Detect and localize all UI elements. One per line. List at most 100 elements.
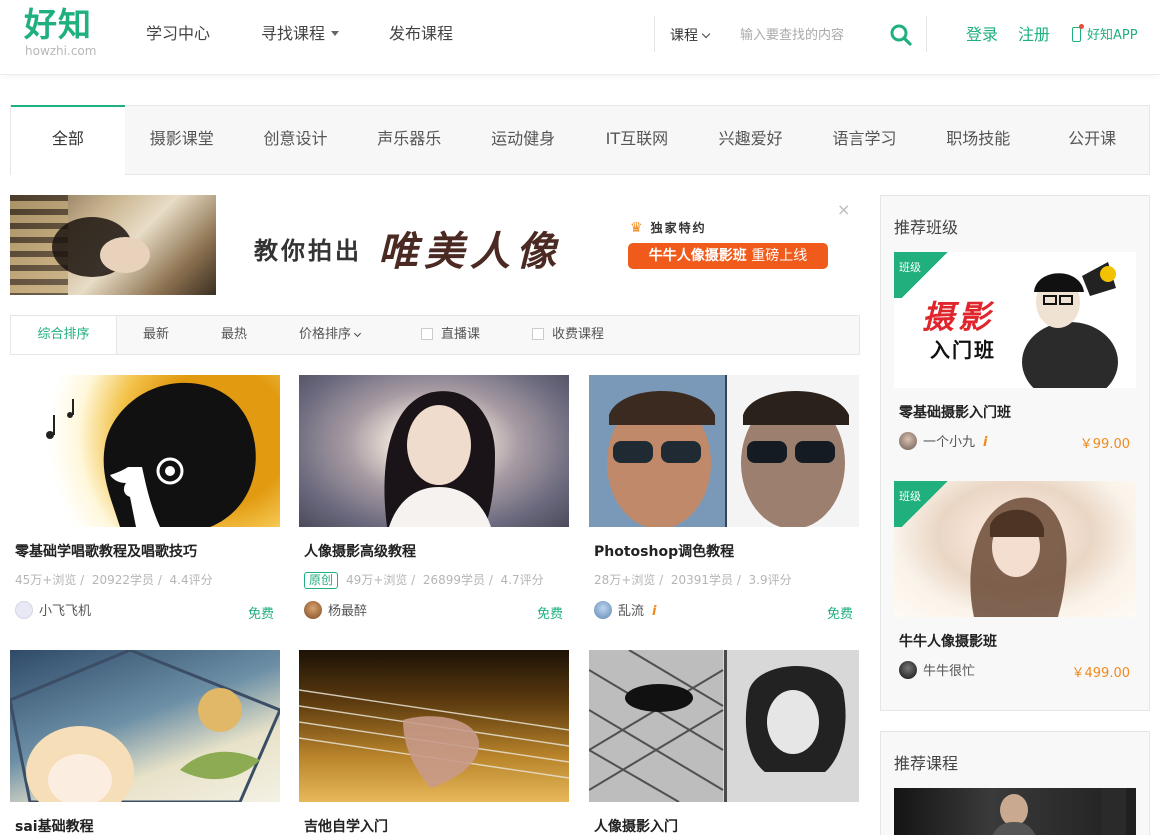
- course-title[interactable]: 吉他自学入门: [304, 816, 388, 835]
- live-checkbox[interactable]: [421, 328, 433, 340]
- divider: [926, 16, 927, 52]
- avatar: [899, 432, 917, 450]
- tab-music[interactable]: 声乐器乐: [352, 106, 466, 174]
- search-input[interactable]: [740, 22, 872, 48]
- app-download-link[interactable]: 好知APP: [1072, 24, 1138, 45]
- promo-banner[interactable]: 教你拍出 唯美人像 ♛ 独家特约 牛牛人像摄影班 重磅上线 ×: [10, 195, 860, 295]
- recommended-classes-panel: 推荐班级 摄影 入门班 班级 零基础摄影入门班 一个小九 i ￥99.00 班级…: [880, 195, 1150, 711]
- filter-live[interactable]: 直播课: [421, 316, 480, 354]
- register-link[interactable]: 注册: [1018, 25, 1050, 45]
- nav-find-courses-label: 寻找课程: [261, 24, 326, 43]
- class-name[interactable]: 牛牛人像摄影班: [899, 631, 997, 651]
- course-card[interactable]: Photoshop调色教程 28万+浏览 / 20391学员 / 3.9评分 乱…: [589, 375, 859, 625]
- tab-creative-design[interactable]: 创意设计: [239, 106, 353, 174]
- course-card[interactable]: sai基础教程: [10, 650, 280, 835]
- tab-all[interactable]: 全部: [11, 105, 125, 175]
- banner-cta-rest: 重磅上线: [751, 248, 808, 264]
- course-price: 免费: [826, 607, 853, 622]
- sort-filter-bar: 综合排序 最新 最热 价格排序 直播课 收费课程: [10, 315, 860, 355]
- course-thumbnail[interactable]: [589, 650, 859, 802]
- course-rating: 4.7评分: [500, 573, 544, 587]
- course-author[interactable]: 乱流 i: [594, 601, 656, 621]
- app-label: 好知APP: [1087, 28, 1138, 43]
- course-title[interactable]: 人像摄影高级教程: [304, 541, 416, 561]
- tab-fitness[interactable]: 运动健身: [466, 106, 580, 174]
- sort-newest[interactable]: 最新: [143, 316, 169, 354]
- course-thumbnail[interactable]: [299, 650, 569, 802]
- nav-publish-course[interactable]: 发布课程: [389, 24, 453, 44]
- filter-paid-label: 收费课程: [552, 327, 605, 342]
- author-name: 一个小九: [923, 435, 976, 450]
- course-thumbnail[interactable]: [10, 375, 280, 527]
- course-thumbnail[interactable]: [589, 375, 859, 527]
- course-students: 20922学员: [91, 573, 155, 587]
- caret-down-icon: [331, 31, 340, 36]
- tab-it-internet[interactable]: IT互联网: [580, 106, 694, 174]
- tab-hobbies[interactable]: 兴趣爱好: [694, 106, 808, 174]
- site-logo[interactable]: 好知 howzhi.com: [24, 6, 114, 62]
- recommended-course-card[interactable]: [894, 788, 1136, 835]
- search-type-select[interactable]: 课程: [670, 27, 711, 45]
- nav-learning-center[interactable]: 学习中心: [146, 24, 210, 44]
- course-card[interactable]: 零基础学唱歌教程及唱歌技巧 45万+浏览 / 20922学员 / 4.4评分 小…: [10, 375, 280, 625]
- course-title[interactable]: 零基础学唱歌教程及唱歌技巧: [15, 541, 197, 561]
- course-thumbnail[interactable]: [10, 650, 280, 802]
- recommended-courses-panel: 推荐课程: [880, 731, 1150, 835]
- course-students: 26899学员: [422, 573, 486, 587]
- course-author[interactable]: 杨最醉: [304, 601, 367, 621]
- banner-cta[interactable]: 牛牛人像摄影班 重磅上线: [628, 243, 828, 269]
- sort-hottest[interactable]: 最热: [221, 316, 247, 354]
- recommended-courses-title: 推荐课程: [894, 754, 959, 773]
- avatar: [594, 601, 612, 619]
- banner-exclusive-text: 独家特约: [650, 221, 707, 235]
- course-card[interactable]: 人像摄影高级教程 原创 49万+浏览 / 26899学员 / 4.7评分 杨最醉 …: [299, 375, 569, 625]
- course-title[interactable]: Photoshop调色教程: [594, 541, 734, 561]
- class-price: ￥499.00: [1071, 666, 1131, 681]
- class-card[interactable]: 摄影 入门班 班级 零基础摄影入门班 一个小九 i ￥99.00: [894, 252, 1136, 462]
- avatar: [304, 601, 322, 619]
- crown-icon: ♛: [630, 220, 645, 236]
- class-thumbnail[interactable]: 摄影 入门班 班级: [894, 252, 1136, 388]
- login-link[interactable]: 登录: [966, 25, 998, 45]
- search-button[interactable]: [888, 22, 914, 48]
- banner-exclusive-label: ♛ 独家特约: [630, 219, 707, 236]
- banner-photo: [10, 195, 216, 295]
- avatar: [899, 661, 917, 679]
- class-thumbnail[interactable]: 班级: [894, 481, 1136, 617]
- course-author[interactable]: 小飞飞机: [15, 601, 91, 621]
- course-stats: 45万+浏览 / 20922学员 / 4.4评分: [15, 573, 213, 587]
- nav-find-courses[interactable]: 寻找课程: [261, 24, 340, 44]
- class-author[interactable]: 牛牛很忙: [899, 661, 975, 681]
- course-rating: 4.4评分: [169, 573, 213, 587]
- tab-career-skills[interactable]: 职场技能: [921, 106, 1035, 174]
- course-stats: 原创 49万+浏览 / 26899学员 / 4.7评分: [304, 571, 544, 589]
- search-icon: [890, 24, 912, 46]
- class-thumb-title: 摄影: [922, 298, 995, 336]
- sort-comprehensive[interactable]: 综合排序: [11, 316, 117, 354]
- tab-open-courses[interactable]: 公开课: [1035, 106, 1149, 174]
- banner-calligraphy: 唯美人像: [378, 228, 562, 275]
- sort-price[interactable]: 价格排序: [299, 316, 362, 354]
- recommended-course-thumbnail[interactable]: [894, 788, 1136, 835]
- filter-paid[interactable]: 收费课程: [532, 316, 604, 354]
- course-thumbnail[interactable]: [299, 375, 569, 527]
- course-title[interactable]: 人像摄影入门: [594, 816, 678, 835]
- category-tabs: 全部 摄影课堂 创意设计 声乐器乐 运动健身 IT互联网 兴趣爱好 语言学习 职…: [10, 105, 1150, 175]
- class-ribbon-label: 班级: [899, 261, 921, 274]
- class-card[interactable]: 班级 牛牛人像摄影班 牛牛很忙 ￥499.00: [894, 481, 1136, 691]
- course-card[interactable]: 吉他自学入门: [299, 650, 569, 835]
- paid-checkbox[interactable]: [532, 328, 544, 340]
- tab-languages[interactable]: 语言学习: [808, 106, 922, 174]
- course-price: 免费: [536, 607, 563, 622]
- course-card[interactable]: 人像摄影入门: [589, 650, 859, 835]
- course-stats: 28万+浏览 / 20391学员 / 3.9评分: [594, 573, 792, 587]
- course-title[interactable]: sai基础教程: [15, 816, 94, 835]
- tab-photography[interactable]: 摄影课堂: [125, 106, 239, 174]
- class-price: ￥99.00: [1079, 437, 1130, 452]
- author-name: 杨最醉: [328, 604, 368, 619]
- class-author[interactable]: 一个小九 i: [899, 432, 987, 452]
- class-name[interactable]: 零基础摄影入门班: [899, 402, 1011, 422]
- phone-icon: [1072, 24, 1084, 42]
- close-icon[interactable]: ×: [837, 201, 850, 219]
- banner-cta-strong: 牛牛人像摄影班: [648, 248, 747, 264]
